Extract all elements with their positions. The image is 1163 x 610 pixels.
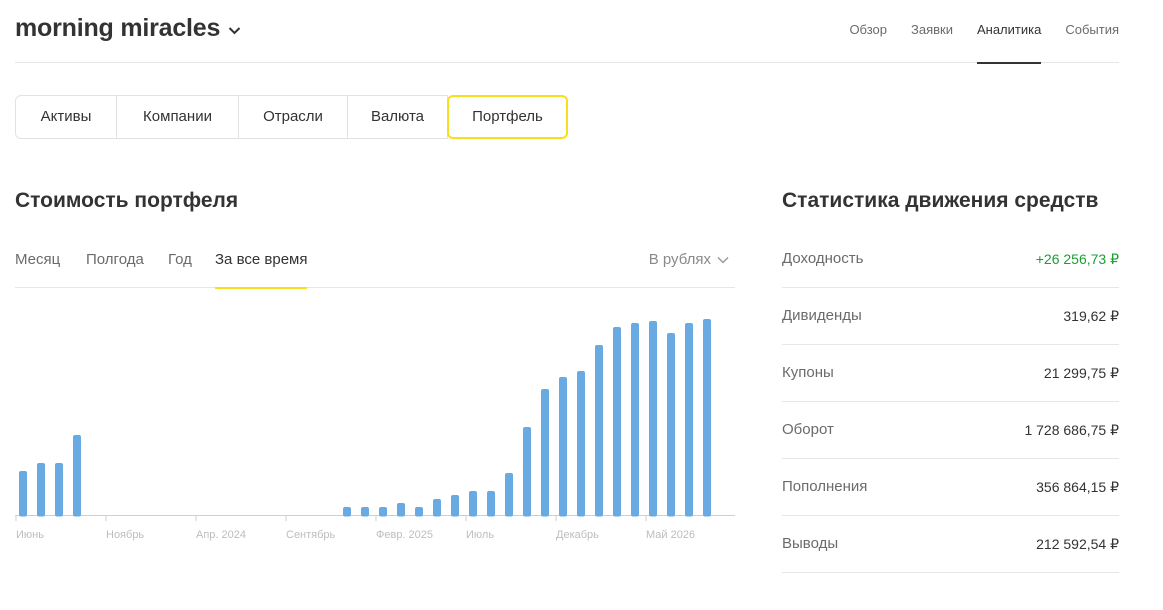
period-year[interactable]: Год (168, 243, 192, 288)
chevron-down-icon (228, 26, 241, 35)
x-tick-label: Июль (466, 529, 494, 541)
chart-bar[interactable] (685, 323, 693, 517)
chart-bar[interactable] (433, 499, 441, 517)
stat-row-withdrawals: Выводы 212 592,54 ₽ (782, 516, 1119, 573)
nav-orders[interactable]: Заявки (911, 0, 953, 63)
period-month[interactable]: Месяц (15, 243, 60, 288)
stat-label: Доходность (782, 250, 864, 267)
chart-bar[interactable] (19, 471, 27, 517)
chart-bar[interactable] (469, 491, 477, 517)
cashflow-stats-title: Статистика движения средств (782, 189, 1099, 212)
x-tick-label: Сентябрь (286, 529, 336, 541)
analytics-page: morning miracles Обзор Заявки Аналитика … (0, 0, 1163, 610)
stat-value: +26 256,73 ₽ (1035, 251, 1119, 267)
chart-bar[interactable] (577, 371, 585, 517)
stat-value: 1 728 686,75 ₽ (1024, 422, 1119, 438)
chart-bar[interactable] (451, 495, 459, 517)
chart-bar[interactable] (37, 463, 45, 517)
tab-sectors[interactable]: Отрасли (238, 95, 348, 139)
currency-label: В рублях (648, 251, 711, 268)
cashflow-stats-table: Доходность +26 256,73 ₽ Дивиденды 319,62… (782, 231, 1119, 573)
chart-bar[interactable] (559, 377, 567, 517)
portfolio-value-chart: Июнь Ноябрь Апр. 2024 Сентябрь Февр. 2025 Июл… (15, 319, 735, 541)
chart-bar[interactable] (415, 507, 423, 517)
stat-value: 319,62 ₽ (1063, 308, 1119, 324)
portfolio-value-title: Стоимость портфеля (15, 189, 239, 212)
currency-dropdown[interactable]: В рублях (649, 243, 729, 277)
tab-currency[interactable]: Валюта (347, 95, 448, 139)
stat-label: Дивиденды (782, 307, 862, 324)
stat-label: Оборот (782, 421, 834, 438)
tab-assets[interactable]: Активы (15, 95, 117, 139)
stat-row-coupons: Купоны 21 299,75 ₽ (782, 345, 1119, 402)
x-tick-label: Май 2026 (646, 529, 695, 541)
chart-bar[interactable] (649, 321, 657, 517)
stat-row-turnover: Оборот 1 728 686,75 ₽ (782, 402, 1119, 459)
tab-portfolio[interactable]: Портфель (447, 95, 568, 139)
stat-value: 212 592,54 ₽ (1036, 536, 1119, 552)
chart-bar[interactable] (55, 463, 63, 517)
chart-bar[interactable] (703, 319, 711, 517)
x-tick-label: Ноябрь (106, 529, 144, 541)
period-selector: Месяц Полгода Год За все время В рублях (15, 243, 735, 289)
chart-bar[interactable] (631, 323, 639, 517)
chart-bar[interactable] (343, 507, 351, 517)
chart-bar[interactable] (361, 507, 369, 517)
stat-label: Выводы (782, 535, 839, 552)
nav-analytics[interactable]: Аналитика (976, 0, 1042, 64)
stat-value: 21 299,75 ₽ (1043, 365, 1119, 381)
nav-events[interactable]: События (1065, 0, 1119, 63)
x-tick-label: Июнь (16, 529, 44, 541)
page-header: morning miracles Обзор Заявки Аналитика … (15, 0, 1119, 64)
chart-bar[interactable] (541, 389, 549, 517)
x-tick-label: Апр. 2024 (196, 529, 246, 541)
chart-bar[interactable] (667, 333, 675, 517)
tab-companies[interactable]: Компании (116, 95, 239, 139)
chart-bar[interactable] (397, 503, 405, 517)
x-tick-label: Февр. 2025 (376, 529, 433, 541)
top-navigation: Обзор Заявки Аналитика События (825, 0, 1119, 64)
chart-bar[interactable] (595, 345, 603, 517)
portfolio-name: morning miracles (15, 14, 221, 42)
chart-bar[interactable] (613, 327, 621, 517)
stat-row-dividends: Дивиденды 319,62 ₽ (782, 288, 1119, 345)
chart-bar[interactable] (523, 427, 531, 517)
nav-overview[interactable]: Обзор (849, 0, 887, 63)
chevron-down-icon (711, 243, 729, 277)
portfolio-selector[interactable]: morning miracles (15, 14, 241, 43)
stat-label: Пополнения (782, 478, 868, 495)
x-tick-label: Декабрь (556, 529, 599, 541)
chart-bar[interactable] (505, 473, 513, 517)
chart-bar[interactable] (379, 507, 387, 517)
stat-label: Купоны (782, 364, 834, 381)
chart-bar[interactable] (487, 491, 495, 517)
period-all-time[interactable]: За все время (215, 243, 308, 289)
analytics-tabs: Активы Компании Отрасли Валюта Портфель (15, 95, 568, 139)
stat-row-deposits: Пополнения 356 864,15 ₽ (782, 459, 1119, 516)
period-half-year[interactable]: Полгода (86, 243, 144, 288)
stat-row-yield: Доходность +26 256,73 ₽ (782, 231, 1119, 288)
chart-bar[interactable] (73, 435, 81, 517)
stat-value: 356 864,15 ₽ (1036, 479, 1119, 495)
